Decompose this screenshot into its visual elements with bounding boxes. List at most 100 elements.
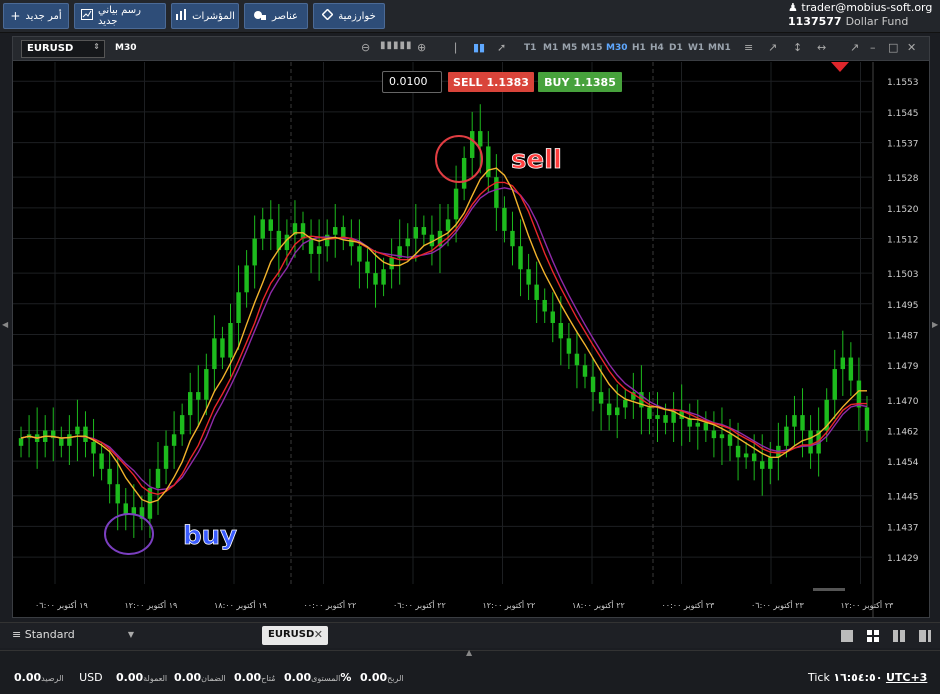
candle-body [300, 223, 306, 239]
layout-single-icon[interactable] [840, 629, 854, 643]
candle-body [800, 415, 805, 431]
timeframe-h1[interactable]: H1 [632, 43, 646, 53]
chart-tab-strip: ≡ Standard ▼ EURUSD ✕ [0, 622, 940, 648]
layout-columns-icon[interactable] [892, 629, 906, 643]
timeframe-t1[interactable]: T1 [524, 43, 536, 53]
candle-body [848, 357, 854, 381]
candle-body [542, 299, 547, 312]
left-collapse-icon[interactable]: ◀ [2, 320, 8, 329]
dropdown-icon: ▼ [127, 630, 134, 639]
timeframe-m30[interactable]: M30 [606, 43, 627, 53]
candle-body [67, 434, 72, 446]
sell-label: SELL [453, 75, 483, 89]
candle-body [469, 131, 475, 158]
candle-body [590, 376, 596, 393]
candle-body [83, 426, 88, 442]
zoom-out-icon[interactable]: ⊖ [361, 41, 370, 54]
candle-body [171, 434, 177, 446]
candle-body [574, 353, 580, 366]
price-tick-label: 1.1454 [887, 458, 919, 468]
candle-body [550, 311, 555, 323]
status-bar: ▲ 0.00الرصيد USD 0.00العمولة 0.00الضمان … [0, 648, 940, 694]
candle-chart-type-icon[interactable]: ▮▮ [473, 41, 485, 54]
candle-body [615, 407, 620, 416]
candle-body [365, 261, 370, 274]
candle-body [204, 369, 209, 400]
timeframe-m5[interactable]: M5 [562, 43, 577, 53]
candle-body [526, 269, 531, 285]
popout-icon[interactable]: ↗ [850, 41, 859, 54]
timeframe-m1[interactable]: M1 [543, 43, 558, 53]
algorithm-button[interactable]: خوارزمية [313, 3, 385, 29]
account-info[interactable]: ♟ trader@mobius-soft.org 1137577 Dollar F… [788, 1, 934, 28]
candle-body [228, 323, 233, 358]
candle-body [510, 230, 515, 247]
objects-button[interactable]: عناصر [244, 3, 308, 29]
layout-selector[interactable]: ≡ Standard ▼ [4, 626, 252, 646]
candle-body [381, 269, 386, 285]
timeframe-m15[interactable]: M15 [581, 43, 602, 53]
candle-body [268, 219, 273, 231]
updown-icon: ⇕ [93, 42, 100, 51]
price-tick-label: 1.1462 [887, 427, 919, 437]
layout-sidebar-icon[interactable] [918, 629, 932, 643]
price-tick-label: 1.1429 [887, 554, 919, 564]
candle-body [212, 338, 217, 370]
timezone-selector[interactable]: UTC+3 [886, 671, 927, 684]
candle-body [333, 227, 338, 235]
zoom-scale-icon[interactable]: ▮▮▮▮▮ [380, 40, 413, 51]
buy-button[interactable]: BUY 1.1385 [538, 72, 622, 92]
layout-grid-icon[interactable] [866, 629, 880, 643]
new-chart-button[interactable]: رسم بياني جديد [74, 3, 166, 29]
timeframe-w1[interactable]: W1 [688, 43, 704, 53]
candle-body [566, 338, 572, 354]
price-tick-label: 1.1445 [887, 493, 919, 503]
horizontal-arrows-icon[interactable]: ↔ [817, 41, 826, 54]
sell-button[interactable]: SELL 1.1383 [448, 72, 534, 92]
line-chart-type-icon[interactable]: ➚ [497, 41, 506, 54]
candle-body [623, 399, 628, 408]
minimize-icon[interactable]: – [870, 41, 876, 54]
candle-body [558, 323, 564, 339]
candle-body [445, 219, 451, 231]
buy-label: BUY [544, 75, 570, 89]
new-order-button[interactable]: + أمر جديد [3, 3, 69, 29]
tab-eurusd[interactable]: EURUSD ✕ [262, 626, 328, 645]
candle-body [244, 265, 249, 293]
indicators-button[interactable]: المؤشرات [171, 3, 239, 29]
price-chart[interactable]: 1.1553 1.1545 1.1537 1.1528 1.1520 1.1512 1.15… [13, 62, 929, 618]
close-icon[interactable]: ✕ [907, 41, 916, 54]
candle-body [792, 415, 797, 427]
zoom-in-icon[interactable]: ⊕ [417, 41, 426, 54]
ma-line-purple [20, 187, 868, 491]
timeframe-d1[interactable]: D1 [669, 43, 683, 53]
candle-body [115, 484, 120, 504]
timeframe-h4[interactable]: H4 [650, 43, 664, 53]
symbol-selector[interactable]: EURUSD ⇕ [21, 40, 105, 58]
vertical-arrows-icon[interactable]: ↕ [793, 41, 802, 54]
chart-scrollbar [813, 588, 845, 591]
candle-body [405, 238, 410, 247]
candle-body [735, 445, 741, 458]
candle-body [252, 238, 257, 266]
maximize-icon[interactable]: □ [888, 41, 898, 54]
quantity-input[interactable]: 0.0100 [382, 71, 442, 93]
time-tick-label: ١٩ أكتوبر ٠٦:٠٠ [35, 600, 88, 610]
bar-chart-type-icon[interactable]: ❘ [451, 41, 460, 54]
shapes-icon [253, 9, 267, 23]
horizontal-lines-icon[interactable]: ≡ [744, 41, 753, 54]
price-tick-label: 1.1553 [887, 78, 919, 88]
right-collapse-icon[interactable]: ▶ [932, 320, 938, 329]
expand-panel-icon[interactable]: ▲ [466, 648, 472, 657]
account-id: 1137577 [788, 15, 842, 28]
candle-body [687, 418, 692, 427]
candle-body [768, 457, 773, 469]
diamond-icon [321, 8, 334, 23]
timeframe-mn1[interactable]: MN1 [708, 43, 731, 53]
margin-status: 0.00الضمان [174, 671, 226, 684]
close-tab-icon[interactable]: ✕ [314, 628, 323, 641]
candle-body [421, 227, 427, 235]
trendline-icon[interactable]: ↗ [768, 41, 777, 54]
time-tick-label: ٢٢ أكتوبر ١٢:٠٠ [483, 600, 536, 610]
price-tick-label: 1.1487 [887, 332, 919, 342]
